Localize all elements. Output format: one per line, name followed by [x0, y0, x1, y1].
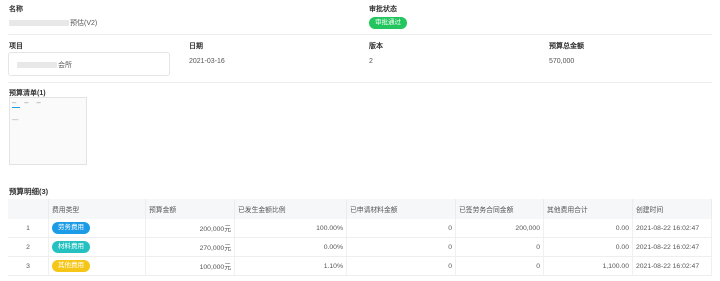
thumbnail-text: ━━━: [12, 118, 19, 122]
row-created: 2021-08-22 16:02:47: [632, 219, 712, 238]
table-row[interactable]: 2 材料费用 270,000元 0.00% 0 0 0.00 2021-08-2…: [8, 237, 712, 257]
col-header-other: 其他费用合计: [543, 199, 633, 219]
redacted-text: [9, 20, 69, 27]
row-type: 其他费用: [48, 256, 146, 276]
version-value: 2: [369, 58, 373, 65]
name-value: 预估(V2): [9, 18, 97, 28]
thumbnail-tabs: ━━ ━━ ━━: [12, 101, 41, 105]
name-value-suffix: 预估(V2): [70, 20, 98, 27]
project-label: 项目: [9, 43, 23, 50]
row-created: 2021-08-22 16:02:47: [632, 237, 712, 257]
col-header-budget: 预算金额: [145, 199, 235, 219]
project-field[interactable]: 会所: [8, 52, 170, 76]
table-header-row: 费用类型 预算金额 已发生金额比例 已申请材料金额 已签劳务合同金额 其他费用合…: [8, 199, 712, 219]
table-row[interactable]: 3 其他费用 100,000元 1.10% 0 0 1,100.00 2021-…: [8, 256, 712, 276]
row-other: 0.00: [543, 237, 633, 257]
row-material: 0: [346, 237, 456, 257]
type-badge: 其他费用: [52, 260, 90, 272]
project-value-suffix: 会所: [58, 62, 72, 69]
row-ratio: 1.10%: [234, 256, 347, 276]
col-header-ratio: 已发生金额比例: [234, 199, 347, 219]
divider: [8, 34, 712, 35]
row-budget: 270,000元: [145, 237, 235, 257]
row-other: 1,100.00: [543, 256, 633, 276]
total-value: 570,000: [549, 58, 575, 65]
thumbnail-tab-underline: [12, 107, 20, 108]
project-value: 会所: [17, 60, 72, 70]
version-label: 版本: [369, 43, 383, 50]
status-label: 审批状态: [369, 6, 397, 13]
type-badge: 劳务费用: [52, 222, 90, 234]
budget-detail-table: 费用类型 预算金额 已发生金额比例 已申请材料金额 已签劳务合同金额 其他费用合…: [8, 199, 712, 276]
date-value: 2021-03-16: [189, 58, 225, 65]
date-label: 日期: [189, 43, 203, 50]
row-budget: 100,000元: [145, 256, 235, 276]
col-header-type: 费用类型: [48, 199, 146, 219]
row-labor: 0: [455, 256, 544, 276]
row-type: 劳务费用: [48, 219, 146, 238]
status-badge-text: 审批通过: [369, 17, 407, 29]
budget-list-thumbnail[interactable]: ━━ ━━ ━━ ━━━: [9, 97, 87, 165]
row-ratio: 0.00%: [234, 237, 347, 257]
row-budget: 200,000元: [145, 219, 235, 238]
col-header-material: 已申请材料金额: [346, 199, 456, 219]
detail-title: 预算明细(3): [9, 187, 49, 196]
row-labor: 0: [455, 237, 544, 257]
row-index: 3: [8, 256, 49, 276]
redacted-text: [17, 62, 57, 69]
row-index: 1: [8, 219, 49, 238]
name-label: 名称: [9, 6, 23, 13]
row-type: 材料费用: [48, 237, 146, 257]
divider: [8, 82, 712, 83]
row-material: 0: [346, 219, 456, 238]
row-index: 2: [8, 237, 49, 257]
col-header-created: 创建时间: [632, 199, 712, 219]
status-badge: 审批通过: [369, 17, 407, 29]
row-created: 2021-08-22 16:02:47: [632, 256, 712, 276]
row-other: 0.00: [543, 219, 633, 238]
col-header-labor: 已签劳务合同金额: [455, 199, 544, 219]
type-badge: 材料费用: [52, 241, 90, 253]
row-ratio: 100.00%: [234, 219, 347, 238]
row-labor: 200,000: [455, 219, 544, 238]
row-material: 0: [346, 256, 456, 276]
total-label: 预算总金额: [549, 43, 584, 50]
table-row[interactable]: 1 劳务费用 200,000元 100.00% 0 200,000 0.00 2…: [8, 219, 712, 238]
col-header-index: [8, 199, 49, 219]
